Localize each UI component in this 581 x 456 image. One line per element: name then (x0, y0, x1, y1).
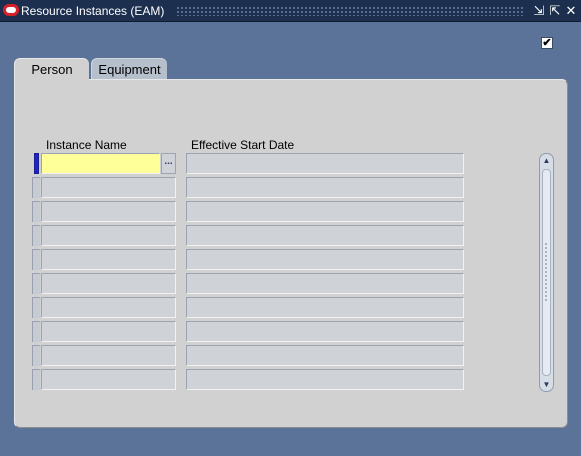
oracle-logo-icon (3, 4, 19, 16)
window-title: Resource Instances (EAM) (21, 4, 165, 18)
folder-checkbox[interactable]: ✔ (541, 37, 553, 49)
tab-person[interactable]: Person (14, 58, 89, 81)
effective-start-date-field[interactable] (186, 321, 464, 342)
instance-name-field[interactable] (41, 297, 176, 318)
effective-start-date-field[interactable] (186, 153, 464, 174)
table-row (32, 320, 472, 344)
title-bar-grip[interactable] (176, 6, 523, 16)
instance-name-field[interactable] (41, 369, 176, 390)
instance-name-field[interactable] (41, 249, 176, 270)
list-of-values-button[interactable]: ... (161, 153, 176, 174)
effective-start-date-field[interactable] (186, 249, 464, 270)
record-indicator[interactable] (32, 201, 40, 222)
table-row (32, 176, 472, 200)
table-row (32, 272, 472, 296)
vertical-scrollbar[interactable]: ▲ ▼ (539, 153, 554, 392)
tab-equipment[interactable]: Equipment (91, 58, 167, 79)
table-row (32, 248, 472, 272)
close-icon[interactable]: ✕ (564, 3, 578, 18)
instance-name-field[interactable] (41, 321, 176, 342)
table-row (32, 368, 472, 392)
effective-start-date-field[interactable] (186, 273, 464, 294)
effective-start-date-field[interactable] (186, 225, 464, 246)
instance-name-field[interactable] (41, 345, 176, 366)
record-indicator[interactable] (34, 153, 39, 174)
table-row (32, 296, 472, 320)
scroll-up-icon[interactable]: ▲ (540, 154, 553, 167)
table-row (32, 200, 472, 224)
scrollbar-thumb[interactable] (542, 169, 551, 376)
scroll-down-icon[interactable]: ▼ (540, 378, 553, 391)
record-indicator[interactable] (32, 177, 40, 198)
record-indicator[interactable] (32, 345, 40, 366)
column-header-instance-name: Instance Name (46, 138, 127, 152)
instance-name-field[interactable] (41, 177, 176, 198)
table-row (32, 224, 472, 248)
record-indicator[interactable] (32, 321, 40, 342)
effective-start-date-field[interactable] (186, 369, 464, 390)
thumb-grip-icon (544, 242, 549, 302)
record-indicator[interactable] (32, 369, 40, 390)
column-header-effective-start-date: Effective Start Date (191, 138, 295, 152)
instance-name-field[interactable] (41, 153, 160, 174)
record-indicator[interactable] (32, 297, 40, 318)
record-indicator[interactable] (32, 273, 40, 294)
effective-start-date-field[interactable] (186, 297, 464, 318)
table-row: ... (32, 152, 472, 176)
effective-start-date-field[interactable] (186, 201, 464, 222)
instance-name-field[interactable] (41, 273, 176, 294)
effective-start-date-field[interactable] (186, 345, 464, 366)
record-indicator[interactable] (32, 249, 40, 270)
instance-name-field[interactable] (41, 225, 176, 246)
instance-name-field[interactable] (41, 201, 176, 222)
effective-start-date-field[interactable] (186, 177, 464, 198)
table-row (32, 344, 472, 368)
record-indicator[interactable] (32, 225, 40, 246)
title-bar: Resource Instances (EAM) ⇲ ⇱ ✕ (0, 0, 581, 22)
minimize-icon[interactable]: ⇲ (532, 3, 546, 18)
maximize-icon[interactable]: ⇱ (548, 3, 562, 18)
